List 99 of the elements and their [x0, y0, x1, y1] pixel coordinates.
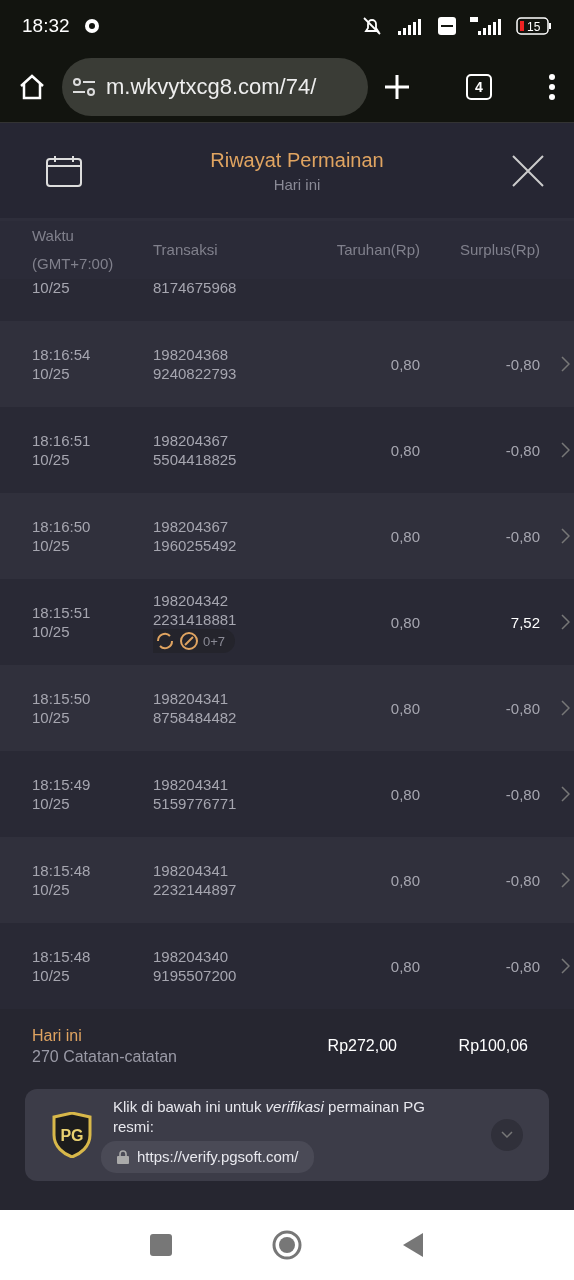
- history-row[interactable]: 18:15:48 10/25 198204340 9195507200 0,80 -0,80: [0, 923, 574, 1009]
- battery-level: 15: [527, 20, 541, 34]
- calendar-icon[interactable]: [46, 154, 82, 187]
- verify-message: Klik di bawah ini untuk verifikasi permainan PG resmi:: [113, 1097, 426, 1137]
- date-text: 10/25: [32, 450, 71, 469]
- transaction-id: 8758484482: [153, 708, 238, 727]
- total-bet: Rp272,00: [326, 1037, 397, 1055]
- home-button-icon[interactable]: [272, 1230, 302, 1260]
- transaction-id: 198204342: [153, 591, 230, 610]
- clock-time: 18:32: [22, 15, 70, 37]
- bet-amount: 0,80: [389, 957, 420, 975]
- back-icon[interactable]: [402, 1232, 424, 1258]
- surplus-amount: -0,80: [504, 527, 540, 545]
- date-text: 10/25: [32, 966, 71, 985]
- time-text: 18:16:51: [32, 431, 92, 450]
- bet-amount: 0,80: [389, 699, 420, 717]
- history-row[interactable]: 18:16:50 10/25 198204367 1960255492 0,80 -0,80: [0, 493, 574, 579]
- transaction-id: 198204341: [153, 775, 230, 794]
- date-text: 10/25: [32, 279, 71, 296]
- date-text: 10/25: [32, 536, 71, 555]
- chevron-right-icon: [560, 872, 570, 888]
- page-title: Riwayat Permainan: [210, 148, 384, 172]
- chevron-right-icon: [560, 528, 570, 544]
- column-header: Surplus(Rp): [458, 240, 540, 260]
- summary-period: Hari ini: [32, 1026, 83, 1046]
- transaction-id: 198204341: [153, 689, 230, 708]
- signal-icon: [398, 17, 424, 35]
- time-text: 18:16:50: [32, 517, 92, 536]
- chrome-icon: [83, 18, 100, 34]
- date-text: 10/25: [32, 708, 71, 727]
- time-text: 18:15:48: [32, 861, 92, 880]
- history-row[interactable]: 18:15:48 10/25 198204341 2232144897 0,80 -0,80: [0, 837, 574, 923]
- surplus-amount: -0,80: [504, 441, 540, 459]
- transaction-id: 198204340: [153, 947, 230, 966]
- history-row[interactable]: 18:15:51 10/25 198204342 2231418881 0+7 0,80 7,52: [0, 579, 574, 665]
- date-text: 10/25: [32, 364, 71, 383]
- surplus-amount: -0,80: [504, 871, 540, 889]
- record-count: 270 Catatan-catatan: [32, 1047, 178, 1067]
- chevron-right-icon: [560, 958, 570, 974]
- transaction-id: 198204367: [153, 431, 230, 450]
- surplus-amount: -0,80: [504, 699, 540, 717]
- time-text: 18:15:49: [32, 775, 92, 794]
- bet-amount: 0,80: [389, 441, 420, 459]
- surplus-amount: 7,52: [509, 613, 540, 631]
- bet-amount: 0,80: [389, 527, 420, 545]
- refresh-icon: [155, 631, 175, 651]
- plus-icon[interactable]: [384, 74, 410, 100]
- chevron-right-icon: [560, 442, 570, 458]
- history-row[interactable]: 18:15:50 10/25 198204341 8758484482 0,80 -0,80: [0, 665, 574, 751]
- transaction-id: 198204368: [153, 345, 230, 364]
- transaction-id: 5504418825: [153, 450, 238, 469]
- more-menu-icon[interactable]: [548, 74, 556, 100]
- chevron-right-icon: [560, 356, 570, 372]
- 4g-signal-icon: [470, 17, 502, 35]
- date-text: 10/25: [32, 880, 71, 899]
- column-header: Taruhan(Rp): [335, 240, 420, 260]
- time-text: 18:16:54: [32, 345, 92, 364]
- bet-amount: 0,80: [389, 785, 420, 803]
- tab-count-button[interactable]: 4: [466, 74, 492, 100]
- surplus-amount: -0,80: [504, 785, 540, 803]
- transaction-id: 5159776771: [153, 794, 238, 813]
- column-header: Waktu (GMT+7:00): [32, 226, 115, 274]
- time-text: 18:15:48: [32, 947, 92, 966]
- time-text: 18:15:50: [32, 689, 92, 708]
- transaction-id: 198204367: [153, 517, 230, 536]
- address-bar[interactable]: m.wkvytxcg8.com/74/: [62, 58, 368, 116]
- transaction-id: 2231418881: [153, 610, 238, 629]
- transaction-id: 198204341: [153, 861, 230, 880]
- transaction-id: 2232144897: [153, 880, 238, 899]
- url-text: m.wkvytxcg8.com/74/: [106, 74, 317, 100]
- total-surplus: Rp100,06: [457, 1037, 528, 1055]
- lock-icon: [117, 1150, 129, 1164]
- chevron-right-icon: [560, 700, 570, 716]
- chevron-right-icon: [560, 786, 570, 802]
- verify-link[interactable]: https://verify.pgsoft.com/: [101, 1141, 315, 1173]
- close-icon[interactable]: [512, 154, 544, 187]
- date-text: 10/25: [32, 794, 71, 813]
- logo-text: PG: [60, 1127, 84, 1144]
- transaction-id: 9195507200: [153, 966, 238, 985]
- history-row[interactable]: 18:15:49 10/25 198204341 5159776771 0,80 -0,80: [0, 751, 574, 837]
- site-settings-icon[interactable]: [72, 77, 96, 97]
- home-icon[interactable]: [18, 73, 46, 101]
- time-text: 18:15:51: [32, 603, 92, 622]
- bet-amount: 0,80: [389, 871, 420, 889]
- bet-amount: 0,80: [389, 613, 420, 631]
- chevron-down-icon: [501, 1131, 513, 1139]
- chevron-right-icon: [560, 614, 570, 630]
- history-row[interactable]: 18:16:51 10/25 198204367 5504418825 0,80 -0,80: [0, 407, 574, 493]
- bet-amount: 0,80: [389, 355, 420, 373]
- surplus-amount: -0,80: [504, 957, 540, 975]
- surplus-amount: -0,80: [504, 355, 540, 373]
- transaction-id: 8174675968: [153, 279, 238, 296]
- transaction-id: 1960255492: [153, 536, 238, 555]
- badge-count: 0+7: [203, 632, 226, 651]
- column-header: Transaksi: [153, 240, 219, 260]
- history-row[interactable]: 18:16:54 10/25 198204368 9240822793 0,80 -0,80: [0, 321, 574, 407]
- transaction-id: 9240822793: [153, 364, 238, 383]
- page-subtitle: Hari ini: [273, 175, 321, 193]
- date-text: 10/25: [32, 622, 71, 641]
